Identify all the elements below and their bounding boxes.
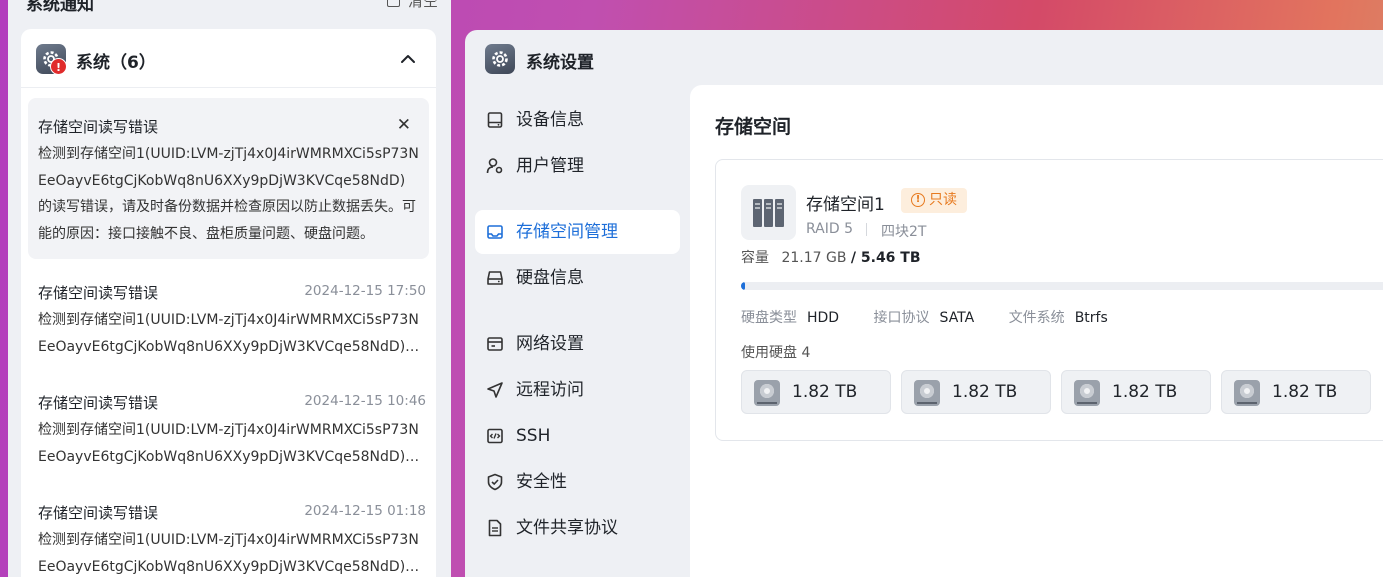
notification-body-line: 检测到存储空间1(UUID:LVM-zjTj4x0J4irWMRMXCi5sP7… <box>38 422 419 438</box>
sidebar-item-label: 设备信息 <box>516 110 584 130</box>
sidebar-item-label: 远程访问 <box>516 380 584 400</box>
chevron-up-icon[interactable] <box>400 51 416 67</box>
property-value: SATA <box>939 310 975 326</box>
storage-properties: 硬盘类型 HDD 接口协议 SATA 文件系统 Btrfs <box>741 307 1138 327</box>
used-disks-label: 使用硬盘 4 <box>741 345 811 361</box>
hard-drive-icon <box>754 380 780 406</box>
notification-time: 2024-12-15 01:18 <box>304 503 426 519</box>
property-value: HDD <box>807 310 840 326</box>
raid-level: RAID 5 <box>806 221 854 237</box>
capacity-progress-fill <box>741 282 745 290</box>
sidebar-item-storage[interactable]: 存储空间管理 <box>475 210 680 254</box>
sidebar-item-network[interactable]: 网络设置 <box>475 322 680 366</box>
storage-pool-name: 存储空间1 <box>806 195 885 215</box>
read-only-label: 只读 <box>929 192 957 208</box>
settings-window: 系统设置 设备信息 用户管理 存储空间管理 硬盘信息 网络设置 远程访问 SSH… <box>465 30 1383 577</box>
storage-content: 存储空间 存储空间1 ! 只读 RAID 5 四块2T 容量 21.17 GB … <box>690 85 1383 577</box>
list-item[interactable]: 存储空间读写错误 2024-12-15 10:46 检测到存储空间1(UUID:… <box>21 369 436 479</box>
property-value: Btrfs <box>1074 310 1108 326</box>
settings-gear-icon <box>485 44 515 74</box>
capacity-row: 容量 21.17 GB / 5.46 TB <box>741 247 921 267</box>
sidebar-item-file-sharing[interactable]: 文件共享协议 <box>475 506 680 550</box>
device-icon <box>487 112 503 128</box>
disk-size: 1.82 TB <box>792 382 858 402</box>
notification-body: 检测到存储空间1(UUID:LVM-zjTj4x0J4irWMRMXCi5sP7… <box>38 307 426 360</box>
list-item[interactable]: 存储空间读写错误 2024-12-15 17:50 检测到存储空间1(UUID:… <box>21 259 436 369</box>
disk-chip[interactable]: 1.82 TB <box>1061 370 1211 414</box>
document-icon <box>488 519 502 537</box>
notification-time: 2024-12-15 17:50 <box>304 283 426 299</box>
notification-body-line: EeOayvE6tgCjKobWq8nU6XXy9pDjW3KVCqe58NdD… <box>38 448 426 465</box>
disk-summary: 四块2T <box>881 224 927 240</box>
sidebar-item-label: 用户管理 <box>516 156 584 176</box>
notification-header: 系统通知 清空 <box>26 0 440 15</box>
info-icon: ! <box>911 193 925 207</box>
notification-panel: 系统通知 清空 ! 系统（6） 存储空间读写错误 ✕ 检测到存储空间1(UUID… <box>8 0 451 577</box>
sidebar-item-label: SSH <box>516 426 551 446</box>
send-icon <box>487 382 503 398</box>
list-item[interactable]: 存储空间读写错误 2024-12-15 01:18 检测到存储空间1(UUID:… <box>21 479 436 577</box>
sidebar-item-users[interactable]: 用户管理 <box>475 144 680 188</box>
capacity-label: 容量 <box>741 250 769 266</box>
capacity-total: / 5.46 TB <box>850 250 921 266</box>
disk-size: 1.82 TB <box>1112 382 1178 402</box>
hard-drive-icon <box>1074 380 1100 406</box>
notification-title: 存储空间读写错误 <box>38 118 159 136</box>
sidebar-item-security[interactable]: 安全性 <box>475 460 680 504</box>
shield-icon <box>487 473 503 491</box>
notification-group-title: 系统（6） <box>76 53 156 73</box>
network-icon <box>487 337 503 351</box>
code-icon <box>487 428 503 444</box>
notification-body-line: EeOayvE6tgCjKobWq8nU6XXy9pDjW3KVCqe58NdD… <box>38 558 426 575</box>
sidebar-item-label: 网络设置 <box>516 334 584 354</box>
sidebar-item-ssh[interactable]: SSH <box>475 414 680 458</box>
disk-size: 1.82 TB <box>952 382 1018 402</box>
notification-body: 检测到存储空间1(UUID:LVM-zjTj4x0J4irWMRMXCi5sP7… <box>38 146 419 242</box>
notification-group-header[interactable]: ! 系统（6） <box>21 29 436 88</box>
property-key: 硬盘类型 <box>741 310 797 326</box>
notification-body-line: EeOayvE6tgCjKobWq8nU6XXy9pDjW3KVCqe58NdD… <box>38 338 426 355</box>
notification-body: 检测到存储空间1(UUID:LVM-zjTj4x0J4irWMRMXCi5sP7… <box>38 417 426 470</box>
property-key: 文件系统 <box>1008 310 1065 326</box>
sidebar-item-label: 文件共享协议 <box>516 518 618 538</box>
clear-button[interactable]: 清空 <box>386 0 438 11</box>
disk-icon <box>487 271 503 285</box>
sidebar-item-label: 硬盘信息 <box>516 268 584 288</box>
page-title: 存储空间 <box>715 116 792 138</box>
divider <box>866 223 867 236</box>
storage-icon <box>487 225 503 239</box>
clear-label: 清空 <box>407 0 438 10</box>
capacity-used: 21.17 GB <box>781 250 847 266</box>
hard-drive-icon <box>914 380 940 406</box>
notification-header-title: 系统通知 <box>26 0 94 15</box>
clear-icon <box>386 0 400 7</box>
notification-body-line: 检测到存储空间1(UUID:LVM-zjTj4x0J4irWMRMXCi5sP7… <box>38 312 419 328</box>
sidebar-item-label: 安全性 <box>516 472 567 492</box>
notification-body-line: 检测到存储空间1(UUID:LVM-zjTj4x0J4irWMRMXCi5sP7… <box>38 532 419 548</box>
disk-chip[interactable]: 1.82 TB <box>741 370 891 414</box>
sidebar-item-remote-access[interactable]: 远程访问 <box>475 368 680 412</box>
storage-pool-card[interactable]: 存储空间1 ! 只读 RAID 5 四块2T 容量 21.17 GB / 5.4… <box>715 159 1383 441</box>
disk-chip[interactable]: 1.82 TB <box>901 370 1051 414</box>
server-icon <box>741 185 796 240</box>
notification-body: 检测到存储空间1(UUID:LVM-zjTj4x0J4irWMRMXCi5sP7… <box>38 527 426 577</box>
error-badge: ! <box>50 58 67 75</box>
notification-group-card: ! 系统（6） 存储空间读写错误 ✕ 检测到存储空间1(UUID:LVM-zjT… <box>21 29 436 577</box>
sidebar-item-label: 存储空间管理 <box>516 222 618 242</box>
sidebar-item-disks[interactable]: 硬盘信息 <box>475 256 680 300</box>
property-key: 接口协议 <box>873 310 930 326</box>
disk-size: 1.82 TB <box>1272 382 1338 402</box>
close-icon[interactable]: ✕ <box>397 116 411 134</box>
disk-chip[interactable]: 1.82 TB <box>1221 370 1371 414</box>
read-only-badge: ! 只读 <box>901 188 967 213</box>
sidebar-item-device-info[interactable]: 设备信息 <box>475 98 680 142</box>
notification-time: 2024-12-15 10:46 <box>304 393 426 409</box>
hard-drive-icon <box>1234 380 1260 406</box>
settings-sidebar: 设备信息 用户管理 存储空间管理 硬盘信息 网络设置 远程访问 SSH 安全性 … <box>475 98 680 550</box>
window-title: 系统设置 <box>526 53 594 73</box>
user-gear-icon <box>486 158 503 174</box>
capacity-progress-bar <box>741 282 1383 290</box>
expanded-notification[interactable]: 存储空间读写错误 ✕ 检测到存储空间1(UUID:LVM-zjTj4x0J4ir… <box>28 98 429 259</box>
